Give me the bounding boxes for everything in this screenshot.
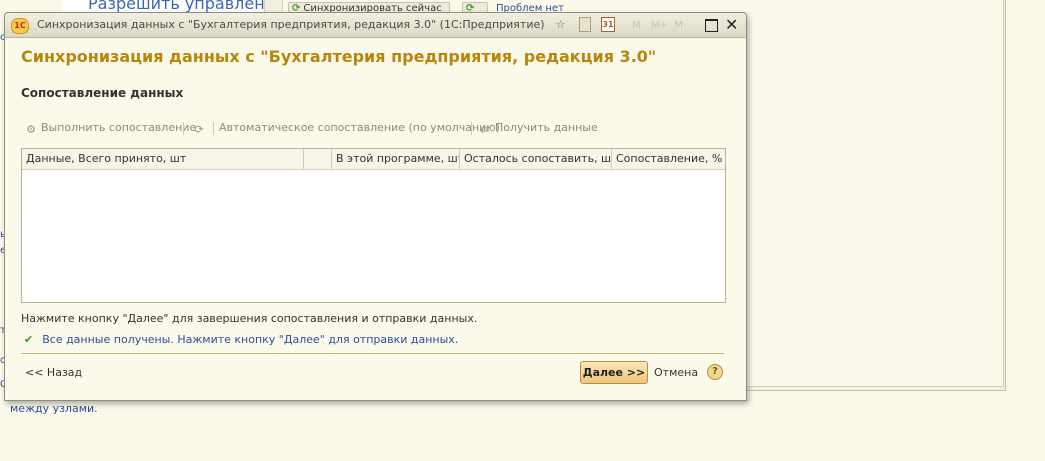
background-bottom-text: между узлами. bbox=[10, 402, 98, 415]
1c-logo-icon: 1C bbox=[11, 18, 29, 34]
footer-divider bbox=[21, 353, 724, 354]
run-matching-button[interactable]: ⚙ Выполнить сопоставление bbox=[25, 121, 196, 136]
column-header-matching-percent[interactable]: Сопоставление, % bbox=[612, 149, 725, 169]
table-header: Данные, Всего принято, шт В этой програм… bbox=[22, 149, 725, 170]
page-title: Синхронизация данных с "Бухгалтерия пред… bbox=[21, 47, 657, 66]
status-message: ✔ Все данные получены. Нажмите кнопку "Да… bbox=[24, 333, 459, 346]
toolbar-separator bbox=[213, 122, 214, 135]
auto-matching-button[interactable]: Автоматическое сопоставление (по умолчан… bbox=[219, 121, 500, 134]
memory-plus-icon[interactable]: M+ bbox=[651, 18, 668, 33]
help-icon[interactable]: ? bbox=[707, 364, 723, 380]
matching-icon: ⚙ bbox=[26, 123, 36, 136]
get-data-icon: ⇄ bbox=[480, 123, 490, 136]
matching-table[interactable]: Данные, Всего принято, шт В этой програм… bbox=[21, 148, 726, 303]
calculator-icon[interactable] bbox=[579, 17, 591, 32]
back-button[interactable]: << Назад bbox=[25, 366, 82, 379]
column-header-in-this-program[interactable]: В этой программе, шт bbox=[332, 149, 460, 169]
close-icon[interactable]: ✕ bbox=[725, 15, 738, 34]
toolbar-separator bbox=[183, 122, 184, 135]
cancel-button[interactable]: Отмена bbox=[654, 366, 698, 379]
get-data-button[interactable]: ⇄ Получить данные bbox=[479, 121, 597, 136]
column-header-total-received[interactable]: Данные, Всего принято, шт bbox=[22, 149, 304, 169]
memory-minus-icon[interactable]: M- bbox=[673, 18, 688, 33]
window-title: Синхронизация данных с "Бухгалтерия пред… bbox=[37, 18, 545, 31]
refresh-button[interactable]: ⟳ bbox=[193, 121, 209, 136]
sync-dialog: 1C Синхронизация данных с "Бухгалтерия п… bbox=[4, 12, 747, 401]
memory-m-icon[interactable]: M bbox=[629, 18, 644, 33]
maximize-icon[interactable] bbox=[705, 19, 718, 32]
column-header-blank[interactable] bbox=[304, 149, 332, 169]
toolbar-separator bbox=[471, 122, 472, 135]
section-title: Сопоставление данных bbox=[21, 86, 184, 100]
calendar-icon[interactable]: 31 bbox=[601, 17, 615, 32]
checkmark-icon: ✔ bbox=[24, 333, 34, 346]
instruction-text: Нажмите кнопку "Далее" для завершения со… bbox=[21, 312, 478, 325]
dialog-titlebar[interactable]: 1C Синхронизация данных с "Бухгалтерия п… bbox=[5, 13, 746, 38]
refresh-icon: ⟳ bbox=[194, 123, 204, 136]
favorites-star-icon[interactable]: ☆ bbox=[553, 17, 568, 32]
next-button[interactable]: Далее >> bbox=[580, 361, 648, 384]
column-header-remaining[interactable]: Осталось сопоставить, шт bbox=[460, 149, 612, 169]
